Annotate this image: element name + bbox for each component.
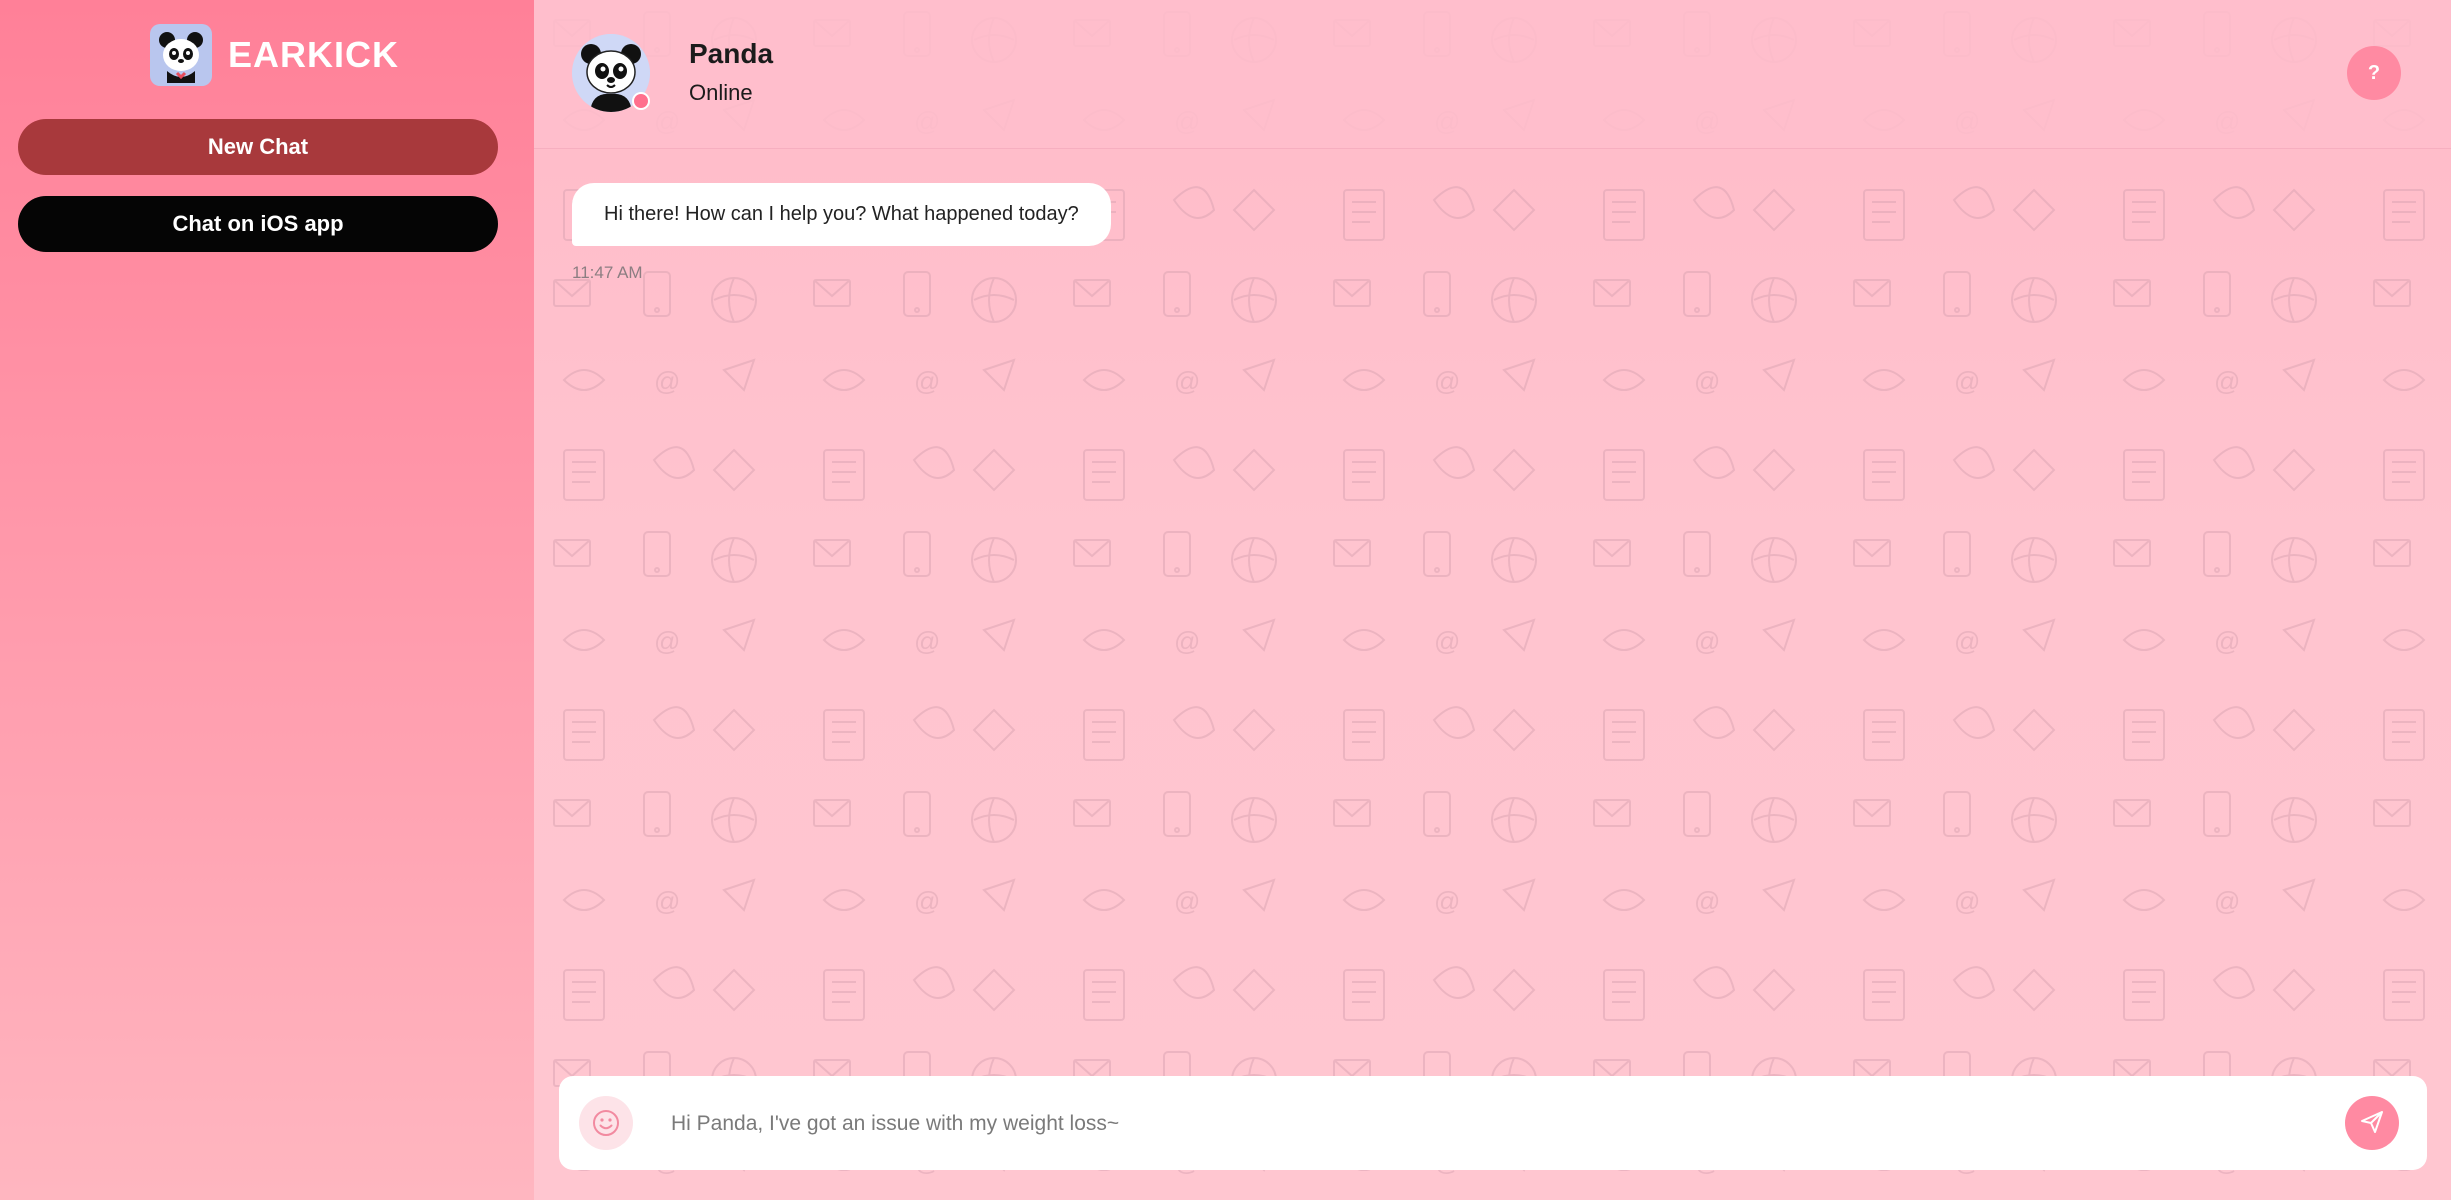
ios-app-button[interactable]: Chat on iOS app (18, 196, 498, 252)
message-timestamp: 11:47 AM (572, 263, 643, 282)
message-input[interactable] (669, 1098, 2273, 1150)
message-bubble: Hi there! How can I help you? What happe… (572, 183, 1111, 246)
app-window: EARKICK New Chat Chat on iOS app @ (0, 0, 2451, 1200)
send-button[interactable] (2345, 1096, 2399, 1150)
smiley-icon[interactable] (579, 1096, 633, 1150)
chat-area: @ (534, 0, 2451, 1200)
brand: EARKICK (150, 24, 399, 86)
message-composer (559, 1076, 2427, 1170)
chat-header: Panda Online ? (534, 0, 2451, 149)
contact-name: Panda (689, 38, 774, 69)
contact-status: Online (689, 80, 753, 105)
paper-plane-icon (2358, 1108, 2386, 1139)
panda-logo-icon (150, 24, 212, 86)
help-button[interactable]: ? (2347, 46, 2401, 100)
sidebar: EARKICK New Chat Chat on iOS app (0, 0, 534, 1200)
doodle-pattern-background: @ (534, 0, 2451, 1200)
new-chat-button[interactable]: New Chat (18, 119, 498, 175)
brand-name: EARKICK (228, 34, 400, 75)
online-status-dot (632, 92, 650, 110)
